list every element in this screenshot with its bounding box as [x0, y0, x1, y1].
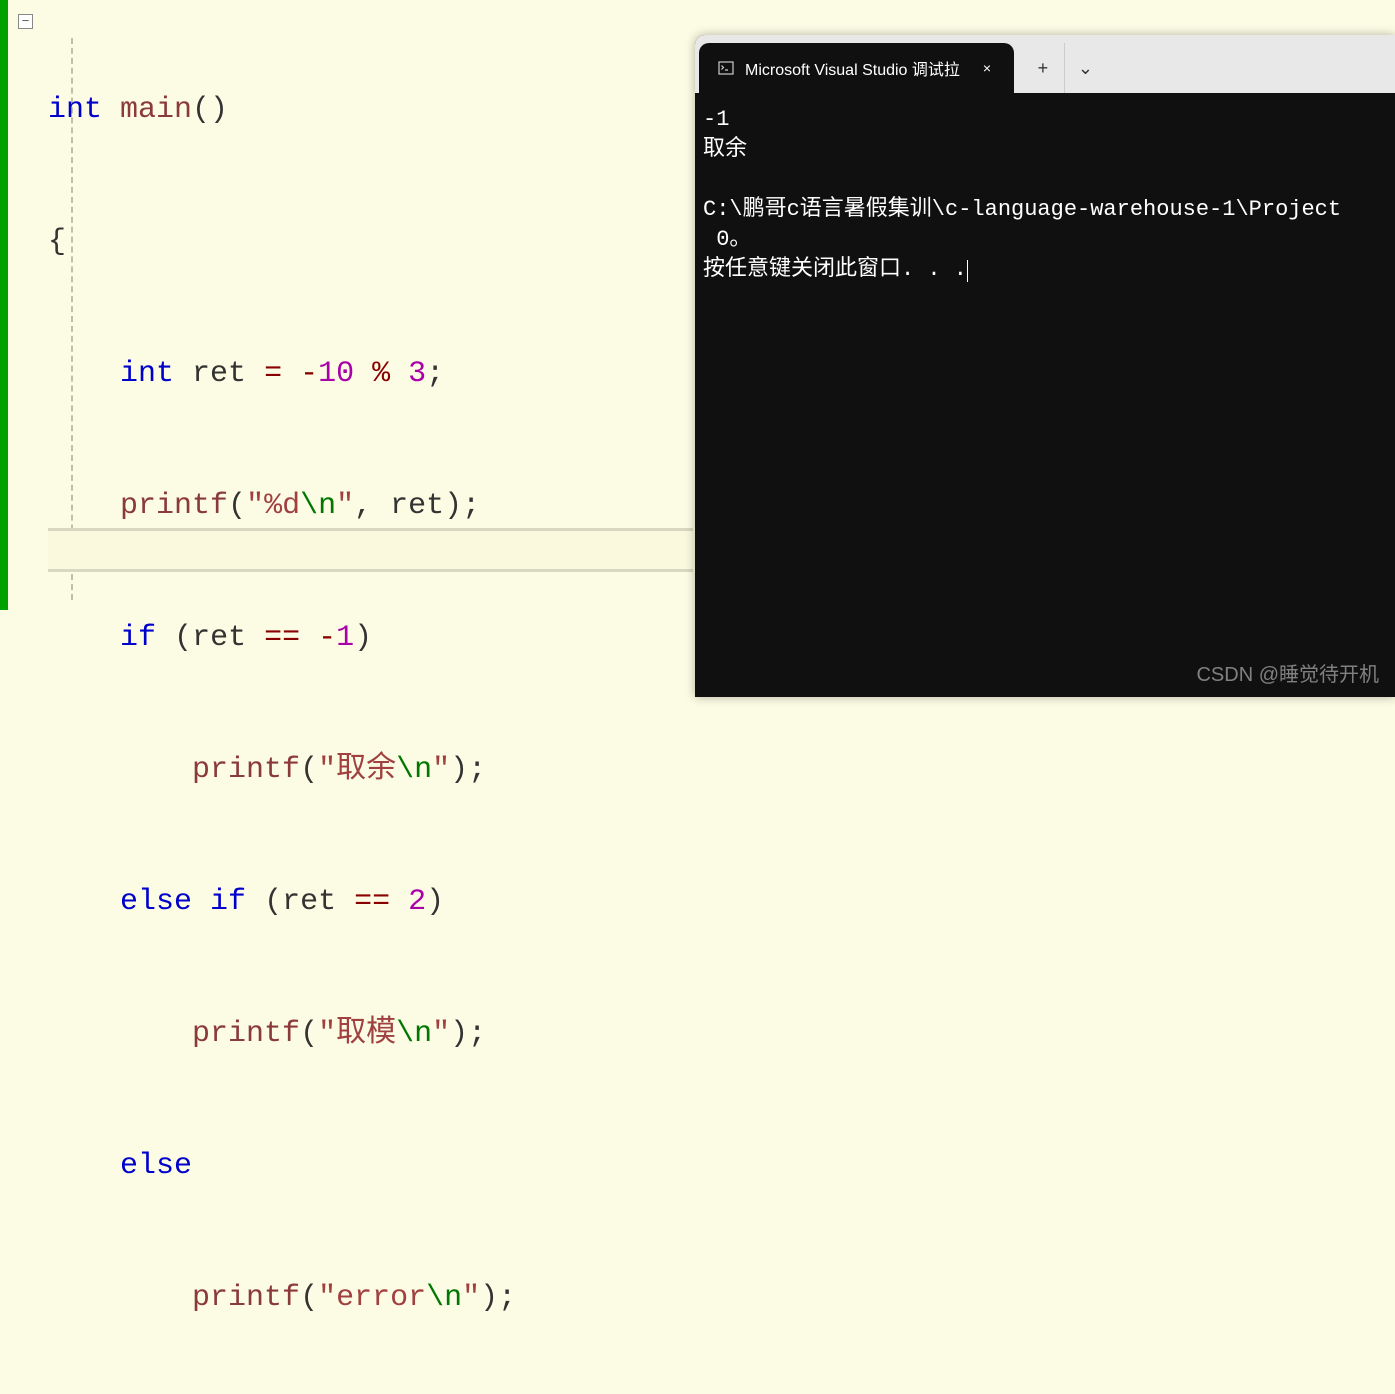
number-10: 10: [318, 357, 354, 391]
fold-minus-icon[interactable]: −: [18, 14, 33, 29]
escape-n: \n: [300, 489, 336, 523]
paren: (): [192, 93, 228, 127]
tab-actions: + ⌄: [1022, 43, 1106, 93]
tab-close-button[interactable]: ×: [978, 59, 996, 77]
number-2: 2: [408, 885, 426, 919]
function-printf: printf: [192, 1017, 300, 1051]
string-fmt: "%d: [246, 489, 300, 523]
keyword-if: if: [120, 621, 156, 655]
string-error: "error: [318, 1281, 426, 1315]
tab-dropdown-button[interactable]: ⌄: [1064, 43, 1106, 93]
change-margin: [0, 0, 8, 610]
keyword-else: else: [120, 885, 192, 919]
keyword-int: int: [120, 357, 174, 391]
code-block[interactable]: int main() { int ret = -10 % 3; printf("…: [48, 0, 516, 1394]
function-printf: printf: [192, 1281, 300, 1315]
operator-eq: == -: [264, 621, 336, 655]
var-ret: ret: [390, 489, 444, 523]
terminal-icon: [717, 59, 735, 77]
string-quyu: "取余: [318, 753, 396, 787]
keyword-int: int: [48, 93, 102, 127]
number-3: 3: [408, 357, 426, 391]
operator: = -: [264, 357, 318, 391]
function-printf: printf: [192, 753, 300, 787]
keyword-else: else: [120, 1149, 192, 1183]
function-main: main: [102, 93, 192, 127]
output-line-4: C:\鹏哥c语言暑假集训\c-language-warehouse-1\Proj…: [703, 197, 1341, 222]
terminal-window: Microsoft Visual Studio 调试拉 × + ⌄ -1 取余 …: [695, 35, 1395, 697]
number-1: 1: [336, 621, 354, 655]
operator-mod: %: [354, 357, 408, 391]
terminal-titlebar: Microsoft Visual Studio 调试拉 × + ⌄: [695, 35, 1395, 93]
cursor: [967, 260, 968, 282]
var-ret: ret: [192, 357, 264, 391]
string-qumo: "取模: [318, 1017, 396, 1051]
function-printf: printf: [120, 489, 228, 523]
output-line-5: 0。: [703, 227, 751, 252]
output-line-6: 按任意键关闭此窗口. . .: [703, 257, 967, 282]
output-line-1: -1: [703, 107, 729, 132]
brace-open: {: [48, 225, 66, 259]
terminal-output[interactable]: -1 取余 C:\鹏哥c语言暑假集训\c-language-warehouse-…: [695, 93, 1395, 297]
terminal-tab[interactable]: Microsoft Visual Studio 调试拉 ×: [699, 43, 1014, 93]
tab-title: Microsoft Visual Studio 调试拉: [745, 56, 960, 80]
watermark: CSDN @睡觉待开机: [1196, 658, 1379, 687]
indent: [48, 357, 120, 391]
new-tab-button[interactable]: +: [1022, 43, 1064, 93]
keyword-if: if: [210, 885, 246, 919]
output-line-2: 取余: [703, 137, 747, 162]
semicolon: ;: [426, 357, 444, 391]
